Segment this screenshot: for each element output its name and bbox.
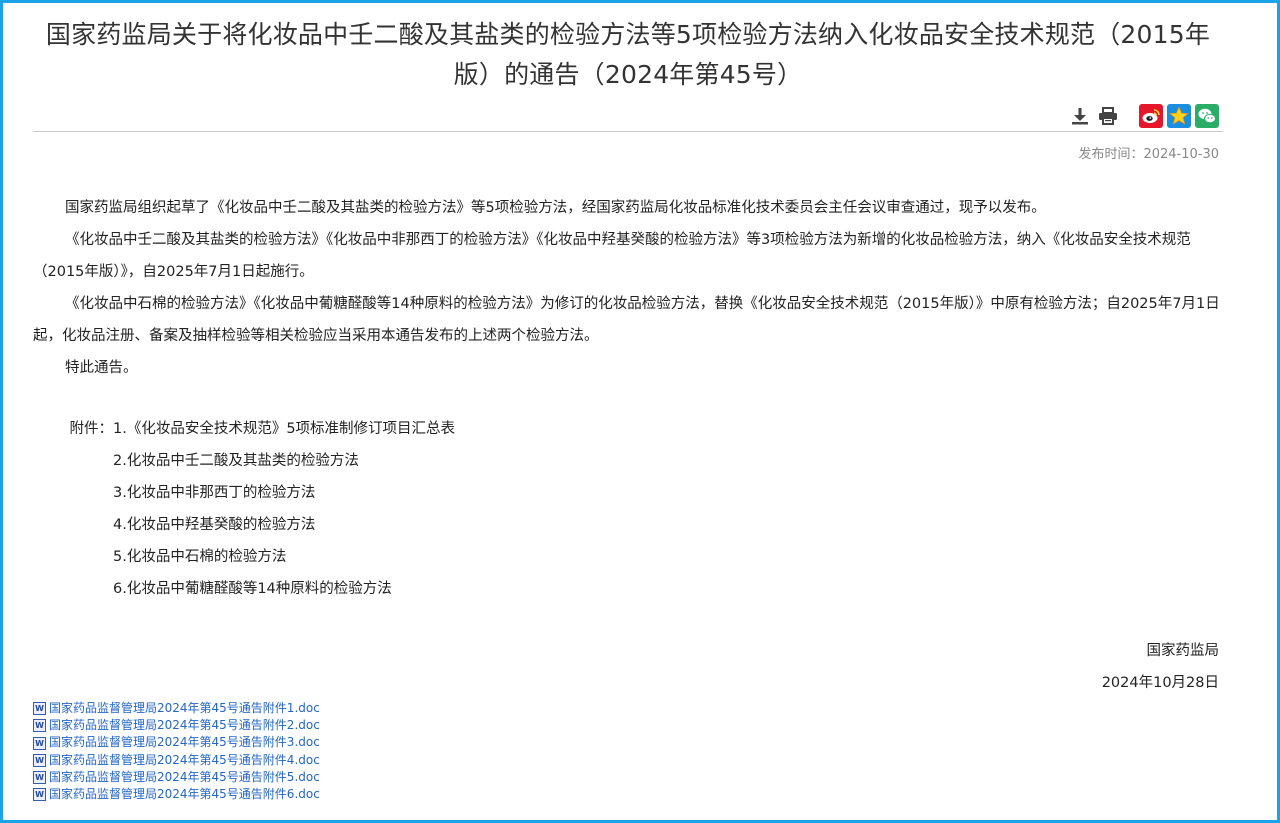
attachment-item: 3.化妆品中非那西丁的检验方法 — [113, 485, 316, 501]
article-body: 国家药监局组织起草了《化妆品中壬二酸及其盐类的检验方法》等5项检验方法，经国家药… — [33, 192, 1225, 384]
word-doc-icon: W — [33, 770, 46, 784]
download-icon[interactable] — [1069, 105, 1091, 127]
attachment-item: 6.化妆品中葡糖醛酸等14种原料的检验方法 — [113, 581, 392, 597]
paragraph: 国家药监局组织起草了《化妆品中壬二酸及其盐类的检验方法》等5项检验方法，经国家药… — [65, 200, 1046, 216]
word-doc-icon: W — [33, 702, 46, 716]
attachment-list: 附件： 1.《化妆品安全技术规范》5项标准制修订项目汇总表 2.化妆品中壬二酸及… — [33, 413, 456, 605]
publish-time: 发布时间：2024-10-30 — [1078, 147, 1219, 162]
title-divider — [33, 131, 1223, 132]
page-title: 国家药监局关于将化妆品中壬二酸及其盐类的检验方法等5项检验方法纳入化妆品安全技术… — [45, 20, 1211, 89]
attachment-item: 1.《化妆品安全技术规范》5项标准制修订项目汇总表 — [113, 421, 456, 437]
attachment-item: 5.化妆品中石棉的检验方法 — [113, 549, 287, 565]
file-link[interactable]: W 国家药品监督管理局2024年第45号通告附件3.doc — [33, 734, 320, 751]
file-link-label[interactable]: 国家药品监督管理局2024年第45号通告附件4.doc — [49, 752, 320, 769]
attachment-label: 附件： — [69, 421, 114, 437]
weibo-icon[interactable] — [1139, 104, 1163, 128]
file-link[interactable]: W 国家药品监督管理局2024年第45号通告附件1.doc — [33, 700, 320, 717]
star-icon[interactable] — [1167, 104, 1191, 128]
signature-org: 国家药监局 — [1146, 643, 1220, 659]
file-link-label[interactable]: 国家药品监督管理局2024年第45号通告附件3.doc — [49, 734, 320, 751]
wechat-icon[interactable] — [1195, 104, 1219, 128]
print-icon[interactable] — [1097, 105, 1119, 127]
file-link[interactable]: W 国家药品监督管理局2024年第45号通告附件5.doc — [33, 769, 320, 786]
word-doc-icon: W — [33, 719, 46, 733]
page-frame: 国家药监局关于将化妆品中壬二酸及其盐类的检验方法等5项检验方法纳入化妆品安全技术… — [0, 0, 1280, 823]
file-link-label[interactable]: 国家药品监督管理局2024年第45号通告附件5.doc — [49, 769, 320, 786]
download-file-list: W 国家药品监督管理局2024年第45号通告附件1.doc W 国家药品监督管理局2… — [33, 700, 320, 803]
paragraph: 《化妆品中石棉的检验方法》《化妆品中葡糖醛酸等14种原料的检验方法》为修订的化妆… — [33, 296, 1220, 344]
file-link[interactable]: W 国家药品监督管理局2024年第45号通告附件2.doc — [33, 717, 320, 734]
signature-block: 国家药监局 2024年10月28日 — [1102, 635, 1219, 699]
file-link[interactable]: W 国家药品监督管理局2024年第45号通告附件4.doc — [33, 752, 320, 769]
file-link-label[interactable]: 国家药品监督管理局2024年第45号通告附件1.doc — [49, 700, 320, 717]
word-doc-icon: W — [33, 788, 46, 802]
word-doc-icon: W — [33, 753, 46, 767]
word-doc-icon: W — [33, 736, 46, 750]
file-link-label[interactable]: 国家药品监督管理局2024年第45号通告附件6.doc — [49, 786, 320, 803]
attachment-item: 4.化妆品中羟基癸酸的检验方法 — [113, 517, 316, 533]
file-link[interactable]: W 国家药品监督管理局2024年第45号通告附件6.doc — [33, 786, 320, 803]
file-link-label[interactable]: 国家药品监督管理局2024年第45号通告附件2.doc — [49, 717, 320, 734]
paragraph: 《化妆品中壬二酸及其盐类的检验方法》《化妆品中非那西丁的检验方法》《化妆品中羟基… — [33, 232, 1191, 280]
signature-date: 2024年10月28日 — [1101, 675, 1219, 691]
article-toolbar — [1069, 103, 1219, 129]
paragraph: 特此通告。 — [65, 360, 138, 376]
attachment-item: 2.化妆品中壬二酸及其盐类的检验方法 — [113, 453, 359, 469]
